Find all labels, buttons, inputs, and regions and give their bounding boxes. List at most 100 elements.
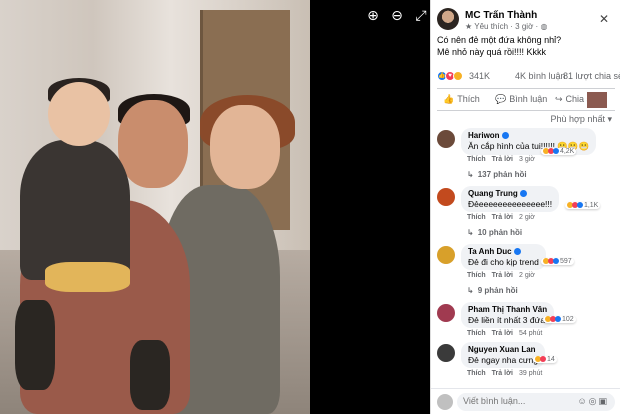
composer-emoji-icons[interactable]: ☺◎▣ — [577, 396, 609, 407]
comment-like-link[interactable]: Thích — [467, 370, 486, 377]
commenter-avatar[interactable] — [437, 130, 455, 148]
share-icon: ↪ — [555, 94, 563, 104]
comment-count[interactable]: 4K bình luận — [515, 71, 566, 81]
comment-reply-link[interactable]: Trả lời — [492, 370, 513, 377]
viewer-toolbar: ⊕ ⊖ ⤢ — [364, 6, 430, 24]
user-avatar — [437, 394, 453, 410]
comment-button[interactable]: 💬 Bình luận — [495, 94, 547, 105]
comment-time[interactable]: 54 phút — [519, 330, 542, 337]
comment-actions: Thích Trả lời 3 giờ — [467, 156, 535, 163]
comment-reactions[interactable]: 14 — [533, 356, 557, 363]
comment-input-box[interactable]: ☺◎▣ — [457, 393, 615, 411]
comment-time[interactable]: 2 giờ — [519, 272, 535, 279]
comment-sort-dropdown[interactable]: Phù hợp nhất ▾ — [551, 114, 613, 125]
view-replies-link[interactable]: ↳ 137 phản hồi — [467, 170, 527, 179]
post-photo[interactable] — [0, 0, 310, 414]
share-count[interactable]: 81 lượt chia sẻ — [563, 71, 620, 81]
post-time[interactable]: 3 giờ — [515, 22, 533, 31]
comment-reply-link[interactable]: Trả lời — [492, 156, 513, 163]
commenter-avatar[interactable] — [437, 304, 455, 322]
close-icon[interactable]: ✕ — [599, 12, 609, 26]
baby-leg — [130, 340, 170, 410]
caption-line: Mê nhỏ này quá rồi!!!! Kkkk — [437, 47, 547, 57]
comment-reply-link[interactable]: Trả lời — [492, 330, 513, 337]
comment-label: Bình luận — [509, 94, 548, 104]
sort-label: Phù hợp nhất — [550, 114, 605, 124]
caption-line: Có nên đẻ một đứa không nhỉ? — [437, 35, 562, 45]
comment-reply-link[interactable]: Trả lời — [492, 214, 513, 221]
fullscreen-icon[interactable]: ⤢ — [412, 6, 430, 24]
comment-composer: ☺◎▣ — [431, 388, 620, 414]
comment-like-link[interactable]: Thích — [467, 330, 486, 337]
divider — [437, 88, 615, 89]
comment-time[interactable]: 2 giờ — [519, 214, 535, 221]
comment-bubble: Quang Trung Đẻeeeeeeeeeeeeee!!! — [461, 186, 560, 212]
thumbs-up-icon: 👍 — [443, 94, 455, 104]
reply-arrow-icon: ↳ — [467, 286, 474, 295]
zoom-out-icon[interactable]: ⊖ — [388, 6, 406, 24]
man-face — [118, 100, 188, 188]
baby-leg — [15, 300, 55, 390]
author-avatar[interactable] — [437, 8, 459, 30]
commenter-avatar[interactable] — [437, 344, 455, 362]
commenter-name[interactable]: Nguyen Xuan Lan — [468, 345, 538, 354]
comment-time[interactable]: 39 phút — [519, 370, 542, 377]
comment-time[interactable]: 3 giờ — [519, 156, 535, 163]
comment-input[interactable] — [463, 396, 553, 406]
view-replies-link[interactable]: ↳ 10 phản hồi — [467, 228, 522, 237]
comment-like-link[interactable]: Thích — [467, 272, 486, 279]
star-icon: ★ — [465, 22, 475, 31]
reply-arrow-icon: ↳ — [467, 170, 474, 179]
commenter-name[interactable]: Ta Anh Duc — [468, 247, 539, 256]
comment-like-link[interactable]: Thích — [467, 214, 486, 221]
commenter-name[interactable]: Quang Trung — [468, 189, 552, 198]
post-panel: MC Trấn Thành ★ Yêu thích · 3 giờ · ◍ ✕ … — [430, 0, 620, 414]
follow-label: Yêu thích — [474, 22, 509, 31]
view-replies-link[interactable]: ↳ 9 phản hồi — [467, 286, 518, 295]
commenter-name[interactable]: Pham Thị Thanh Vân — [468, 305, 547, 314]
author-name[interactable]: MC Trấn Thành — [465, 10, 537, 21]
commenter-avatar[interactable] — [437, 246, 455, 264]
reaction-icons[interactable]: 👍 ♥ — [437, 71, 463, 81]
post-stats: 👍 ♥ 341K 4K bình luận 81 lượt chia sẻ — [437, 70, 620, 84]
like-button[interactable]: 👍 Thích — [443, 94, 480, 105]
like-label: Thích — [457, 94, 480, 104]
commenter-name[interactable]: Hariwon — [468, 131, 589, 140]
post-caption: Có nên đẻ một đứa không nhỉ? Mê nhỏ này … — [437, 34, 617, 58]
comment-reactions[interactable]: 4,2K — [541, 148, 577, 155]
baby-figure — [20, 140, 130, 280]
photo-viewer: ⊕ ⊖ ⤢ — [0, 0, 430, 414]
comment-text: Đẻ đi cho kịp trend — [468, 257, 539, 267]
comment-like-link[interactable]: Thích — [467, 156, 486, 163]
comment-text: Đẻ ngay nha cưng — [468, 355, 538, 365]
baby-face — [48, 82, 110, 146]
comment-reply-link[interactable]: Trả lời — [492, 272, 513, 279]
comment-icon: 💬 — [495, 94, 507, 104]
verified-badge-icon — [501, 132, 509, 140]
woman-face — [210, 105, 280, 189]
chevron-down-icon: ▾ — [607, 114, 612, 124]
comment-text: Đẻeeeeeeeeeeeeee!!! — [468, 199, 553, 209]
post-header: MC Trấn Thành ★ Yêu thích · 3 giờ · ◍ ✕ — [437, 8, 617, 36]
commenter-avatar[interactable] — [437, 188, 455, 206]
post-meta: ★ Yêu thích · 3 giờ · ◍ — [465, 22, 548, 31]
comment-actions: Thích Trả lời 2 giờ — [467, 272, 535, 279]
share-audience-thumbnail[interactable] — [587, 92, 607, 108]
comment-text: Đẻ liền ít nhất 3 đứa! — [468, 315, 548, 325]
comment-reactions[interactable]: 1,1K — [565, 202, 601, 209]
haha-reaction-icon — [453, 71, 463, 81]
verified-badge-icon — [519, 190, 527, 198]
verified-badge-icon — [513, 248, 521, 256]
post-actions: 👍 Thích 💬 Bình luận ↪ Chia sẻ — [437, 92, 619, 110]
reply-arrow-icon: ↳ — [467, 228, 474, 237]
comment-actions: Thích Trả lời 2 giờ — [467, 214, 535, 221]
comment-reactions[interactable]: 102 — [543, 316, 576, 323]
comment-bubble: Nguyen Xuan Lan Đẻ ngay nha cưng — [461, 342, 545, 368]
reaction-count[interactable]: 341K — [469, 71, 490, 81]
comment-reactions[interactable]: 597 — [541, 258, 574, 265]
zoom-in-icon[interactable]: ⊕ — [364, 6, 382, 24]
comment-actions: Thích Trả lời 54 phút — [467, 330, 542, 337]
comment-actions: Thích Trả lời 39 phút — [467, 370, 542, 377]
comment-bubble: Pham Thị Thanh Vân Đẻ liền ít nhất 3 đứa… — [461, 302, 555, 328]
comment-bubble: Ta Anh Duc Đẻ đi cho kịp trend — [461, 244, 546, 270]
